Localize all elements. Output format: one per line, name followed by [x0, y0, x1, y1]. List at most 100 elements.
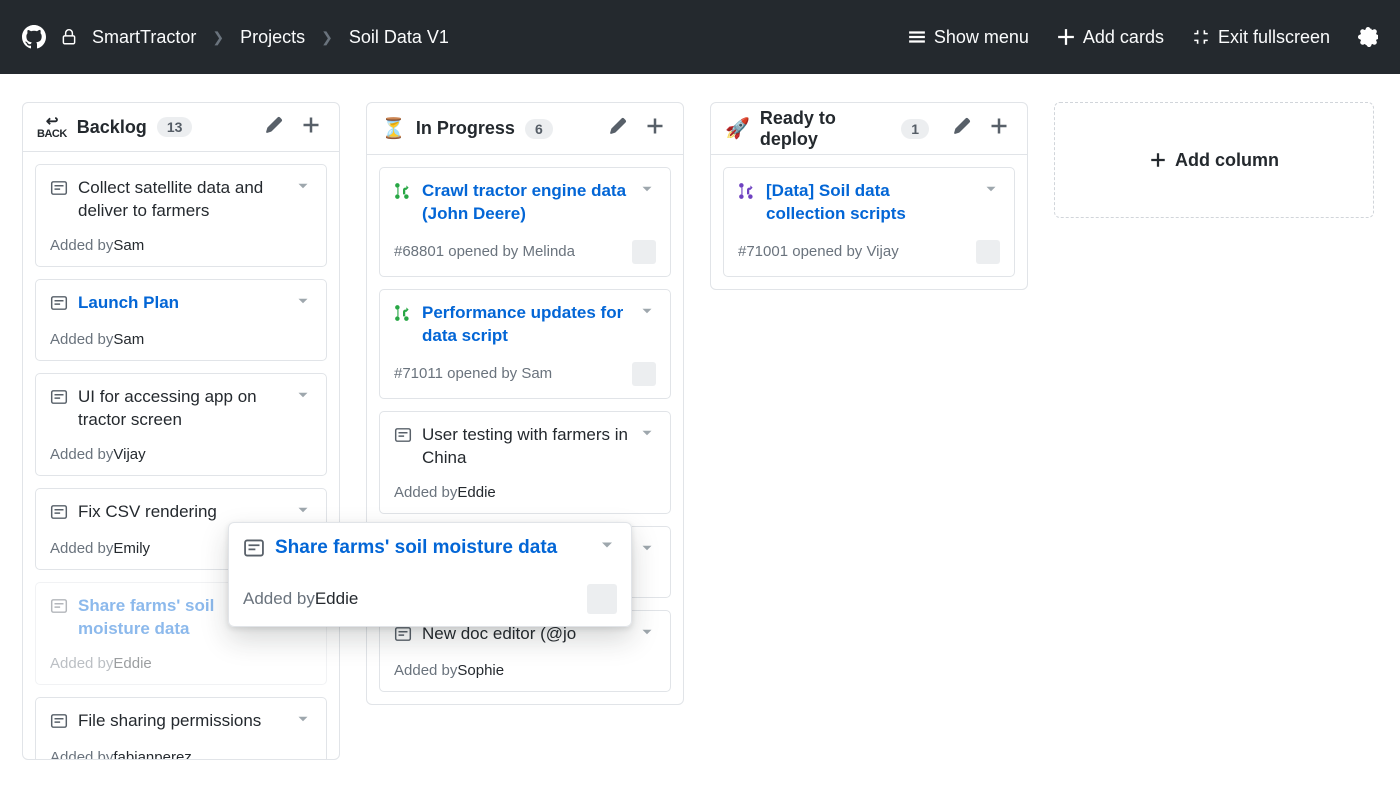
column-header: ↩BACK Backlog 13: [23, 103, 339, 152]
exit-fullscreen-icon: [1192, 28, 1210, 46]
column-title: Ready to deploy: [760, 108, 891, 150]
avatar: [632, 240, 656, 264]
card-title: Launch Plan: [78, 292, 284, 315]
note-icon: [243, 537, 265, 564]
add-cards-button[interactable]: Add cards: [1057, 27, 1164, 48]
pull-request-icon: [394, 304, 412, 327]
column-backlog: ↩BACK Backlog 13 Collect satellite data …: [22, 102, 340, 760]
add-card-button[interactable]: [641, 112, 669, 145]
github-mark-icon: [22, 25, 46, 49]
breadcrumb-project[interactable]: Soil Data V1: [349, 27, 449, 48]
card-title: Crawl tractor engine data (John Deere): [422, 180, 628, 226]
column-title: In Progress: [416, 118, 515, 139]
back-icon: ↩BACK: [37, 114, 67, 140]
chevron-down-icon: [982, 180, 1000, 198]
card[interactable]: Performance updates for data script #710…: [379, 289, 671, 399]
add-card-button[interactable]: [985, 112, 1013, 145]
pull-request-icon: [394, 182, 412, 205]
card[interactable]: Launch Plan Added by Sam: [35, 279, 327, 361]
card-menu-button[interactable]: [294, 710, 312, 733]
edit-column-button[interactable]: [261, 112, 287, 143]
card[interactable]: User testing with farmers in China Added…: [379, 411, 671, 514]
chevron-down-icon: [638, 180, 656, 198]
avatar: [632, 362, 656, 386]
card-menu-button[interactable]: [638, 539, 656, 562]
card[interactable]: UI for accessing app on tractor screen A…: [35, 373, 327, 476]
card-menu-button[interactable]: [294, 386, 312, 409]
card-meta: Added by Eddie: [50, 655, 312, 672]
chevron-down-icon: [294, 386, 312, 404]
project-board: ↩BACK Backlog 13 Collect satellite data …: [0, 74, 1400, 788]
card-menu-button[interactable]: [982, 180, 1000, 203]
card-menu-button[interactable]: [597, 535, 617, 560]
menu-icon: [908, 28, 926, 46]
note-icon: [394, 426, 412, 449]
avatar: [976, 240, 1000, 264]
chevron-down-icon: [294, 501, 312, 519]
pencil-icon: [609, 117, 627, 135]
breadcrumb-projects[interactable]: Projects: [240, 27, 305, 48]
column-count-badge: 6: [525, 119, 553, 139]
github-logo[interactable]: [22, 25, 46, 49]
rocket-icon: 🚀: [725, 116, 750, 141]
chevron-down-icon: [597, 535, 617, 555]
exit-fullscreen-button[interactable]: Exit fullscreen: [1192, 27, 1330, 48]
card-menu-button[interactable]: [294, 177, 312, 200]
card-meta: Added by Vijay: [50, 446, 312, 463]
card-menu-button[interactable]: [294, 292, 312, 315]
card-title: Collect satellite data and deliver to fa…: [78, 177, 284, 223]
avatar: [587, 584, 617, 614]
add-column-label: Add column: [1175, 150, 1279, 171]
card-dragging[interactable]: Share farms' soil moisture data Added by…: [228, 522, 632, 627]
card-title: [Data] Soil data collection scripts: [766, 180, 972, 226]
chevron-right-icon: ❯: [321, 29, 333, 46]
edit-column-button[interactable]: [949, 113, 975, 144]
show-menu-label: Show menu: [934, 27, 1029, 48]
plus-icon: [301, 115, 321, 135]
chevron-down-icon: [294, 292, 312, 310]
breadcrumb-repo[interactable]: SmartTractor: [92, 27, 196, 48]
card-title: User testing with farmers in China: [422, 424, 628, 470]
add-column-button[interactable]: Add column: [1054, 102, 1374, 218]
chevron-down-icon: [294, 710, 312, 728]
card-title: Performance updates for data script: [422, 302, 628, 348]
card-menu-button[interactable]: [638, 180, 656, 203]
pencil-icon: [265, 116, 283, 134]
edit-column-button[interactable]: [605, 113, 631, 144]
card-meta: Added by Sophie: [394, 662, 656, 679]
card[interactable]: [Data] Soil data collection scripts #710…: [723, 167, 1015, 277]
card-meta: #71011 opened by Sam: [394, 362, 656, 386]
card[interactable]: Crawl tractor engine data (John Deere) #…: [379, 167, 671, 277]
card-title: File sharing permissions: [78, 710, 284, 733]
lock-icon: [60, 28, 78, 46]
add-card-button[interactable]: [297, 111, 325, 144]
plus-icon: [645, 116, 665, 136]
header-actions: Show menu Add cards Exit fullscreen: [908, 27, 1378, 48]
note-icon: [50, 597, 68, 620]
note-icon: [50, 712, 68, 735]
card[interactable]: File sharing permissions Added by fabian…: [35, 697, 327, 759]
card-menu-button[interactable]: [294, 501, 312, 524]
gear-icon: [1358, 27, 1378, 47]
chevron-down-icon: [638, 539, 656, 557]
show-menu-button[interactable]: Show menu: [908, 27, 1029, 48]
pull-request-merged-icon: [738, 182, 756, 205]
note-icon: [50, 294, 68, 317]
plus-icon: [989, 116, 1009, 136]
card[interactable]: Collect satellite data and deliver to fa…: [35, 164, 327, 267]
note-icon: [50, 179, 68, 202]
note-icon: [50, 388, 68, 411]
card-meta: #68801 opened by Melinda: [394, 240, 656, 264]
note-icon: [394, 625, 412, 648]
column-header: ⏳ In Progress 6: [367, 103, 683, 155]
card-menu-button[interactable]: [638, 623, 656, 646]
card-meta: #71001 opened by Vijay: [738, 240, 1000, 264]
card-menu-button[interactable]: [638, 302, 656, 325]
plus-icon: [1149, 151, 1167, 169]
settings-button[interactable]: [1358, 27, 1378, 47]
card-menu-button[interactable]: [638, 424, 656, 447]
column-count-badge: 13: [157, 117, 193, 137]
card-title: Fix CSV rendering: [78, 501, 284, 524]
column-title: Backlog: [77, 117, 147, 138]
card-meta: Added by fabianperez: [50, 749, 312, 759]
